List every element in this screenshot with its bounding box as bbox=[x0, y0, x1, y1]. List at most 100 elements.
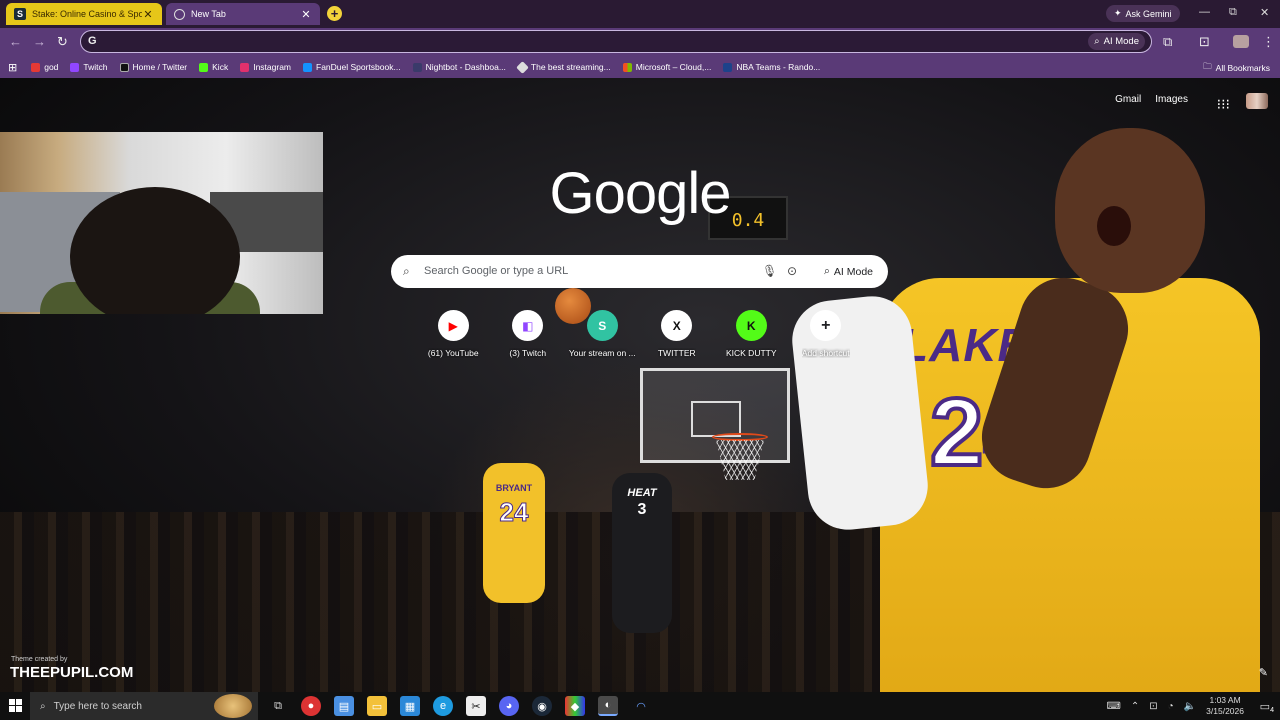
fanduel-icon bbox=[303, 62, 312, 72]
player-heat: HEAT 3 bbox=[612, 473, 672, 633]
images-link[interactable]: Images bbox=[1155, 94, 1188, 105]
game-app-icon[interactable]: ◆ bbox=[565, 696, 585, 716]
bookmark-favicon bbox=[31, 62, 41, 72]
bookmark-fanduel[interactable]: FanDuel Sportsbook... bbox=[303, 62, 401, 72]
all-bookmarks[interactable]: 🗀 All Bookmarks bbox=[1203, 61, 1270, 75]
notification-count: 4 bbox=[1270, 707, 1274, 714]
obs-icon[interactable]: ● bbox=[301, 696, 321, 716]
twitch-icon: ◧ bbox=[512, 310, 544, 341]
gemini-icon: ✦ bbox=[1114, 8, 1122, 18]
bookmark-kick[interactable]: Kick bbox=[199, 62, 228, 72]
theme-author-link[interactable]: THEEPUPIL.COM bbox=[10, 664, 133, 681]
google-apps-icon[interactable]: ⁝⁝⁝ bbox=[1217, 96, 1230, 113]
notification-icon[interactable]: ▭ bbox=[1260, 700, 1270, 713]
chrome-icon bbox=[174, 8, 185, 20]
back-icon[interactable]: ← bbox=[9, 34, 22, 49]
shortcut-label: KICK DUTTY bbox=[725, 348, 777, 358]
kick-icon bbox=[199, 62, 209, 72]
webcam-overlay bbox=[0, 132, 323, 314]
tab-new-tab[interactable]: New Tab ✕ bbox=[166, 3, 320, 25]
ntp-search-box[interactable]: ⌕ Search Google or type a URL 🎙 ⊙ ⌕ AI M… bbox=[391, 255, 888, 288]
tab-title: Stake: Online Casino & Sports bbox=[32, 9, 142, 19]
shortcut-twitch[interactable]: ◧ (3) Twitch bbox=[491, 310, 566, 358]
customize-pencil-icon[interactable]: ✎ bbox=[1259, 666, 1268, 679]
steam-icon[interactable]: ◉ bbox=[532, 696, 552, 716]
bookmark-label: Microsoft – Cloud,... bbox=[635, 62, 712, 72]
backboard-square bbox=[691, 401, 741, 437]
close-window-button[interactable]: ✕ bbox=[1260, 6, 1269, 19]
calendar-icon[interactable]: ▦ bbox=[400, 696, 420, 716]
folder-icon: 🗀 bbox=[1203, 61, 1212, 71]
shortcut-streamlabs[interactable]: S Your stream on ... bbox=[565, 310, 640, 358]
app-icon[interactable]: ◠ bbox=[631, 696, 651, 716]
close-tab-icon[interactable]: ✕ bbox=[142, 8, 154, 21]
bookmark-streaming[interactable]: The best streaming... bbox=[516, 60, 611, 74]
nba-icon bbox=[723, 62, 733, 72]
discord-icon[interactable]: ◕ bbox=[499, 696, 519, 716]
ai-mode-button[interactable]: ⌕ AI Mode bbox=[1088, 33, 1145, 50]
bookmark-instagram[interactable]: Instagram bbox=[240, 62, 291, 72]
profile-avatar[interactable] bbox=[1233, 35, 1249, 48]
tab-stake[interactable]: S Stake: Online Casino & Sports ✕ bbox=[6, 3, 162, 25]
windows-start-icon[interactable] bbox=[9, 699, 22, 712]
chrome-taskbar-icon[interactable]: ◐ bbox=[598, 696, 618, 716]
shortcut-label: TWITTER bbox=[657, 348, 696, 358]
edge-icon[interactable]: e bbox=[433, 696, 453, 716]
forward-icon[interactable]: → bbox=[33, 34, 46, 49]
apps-grid-icon[interactable]: ⊞ bbox=[8, 61, 17, 74]
keyboard-icon[interactable]: ⌨ bbox=[1106, 701, 1120, 712]
extensions-icon[interactable]: ⧉ bbox=[1163, 34, 1172, 50]
webcam-person-head bbox=[70, 187, 240, 314]
bookmarks-bar: ⊞ god Twitch Home / Twitter Kick Instagr… bbox=[0, 56, 1280, 78]
new-tab-button[interactable]: + bbox=[327, 6, 342, 21]
close-tab-icon[interactable]: ✕ bbox=[300, 8, 312, 21]
bookmark-nba[interactable]: NBA Teams - Rando... bbox=[723, 62, 820, 72]
ai-mode-button[interactable]: ⌕ AI Mode bbox=[816, 261, 881, 282]
bookmark-label: Twitch bbox=[83, 62, 108, 72]
shortcut-youtube[interactable]: ▶ (61) YouTube bbox=[416, 310, 491, 358]
bookmark-label: Instagram bbox=[253, 62, 291, 72]
shortcut-label: Your stream on ... bbox=[568, 348, 636, 358]
store-icon[interactable]: ▤ bbox=[334, 696, 354, 716]
task-view-icon[interactable]: ⧉ bbox=[268, 696, 288, 716]
tab-strip: S Stake: Online Casino & Sports ✕ New Ta… bbox=[0, 0, 1280, 28]
volume-icon[interactable]: 🔈 bbox=[1184, 701, 1196, 712]
stake-icon: S bbox=[14, 8, 26, 20]
bookmark-god[interactable]: god bbox=[31, 62, 58, 72]
microphone-icon[interactable]: 🎙 bbox=[762, 264, 777, 278]
chevron-up-icon[interactable]: ⌃ bbox=[1131, 701, 1139, 712]
tab-search-icon[interactable]: ⊡ bbox=[1199, 34, 1210, 50]
youtube-icon: ▶ bbox=[437, 310, 469, 341]
google-lens-icon[interactable]: ⊙ bbox=[787, 264, 797, 278]
ask-gemini-button[interactable]: ✦ Ask Gemini bbox=[1106, 5, 1180, 22]
x-icon bbox=[119, 62, 129, 72]
bookmark-twitch[interactable]: Twitch bbox=[70, 62, 108, 72]
clock-date: 3/15/2026 bbox=[1206, 706, 1244, 716]
bookmark-label: NBA Teams - Rando... bbox=[736, 62, 821, 72]
toolbar: ← → ↻ G ⌕ AI Mode ⧉ ⊡ ⋮ bbox=[0, 28, 1280, 56]
shortcut-add[interactable]: + Add shortcut bbox=[789, 310, 864, 358]
menu-icon[interactable]: ⋮ bbox=[1262, 34, 1275, 50]
search-highlight-icon[interactable] bbox=[214, 694, 252, 718]
shortcut-twitter[interactable]: X TWITTER bbox=[640, 310, 715, 358]
restore-button[interactable]: ⧉ bbox=[1229, 6, 1237, 19]
address-bar[interactable]: G ⌕ AI Mode bbox=[80, 30, 1152, 53]
network-icon[interactable]: ⊡ bbox=[1149, 701, 1157, 712]
bookmark-nightbot[interactable]: Nightbot - Dashboa... bbox=[412, 62, 506, 72]
bookmark-microsoft[interactable]: Microsoft – Cloud,... bbox=[622, 62, 712, 72]
wifi-icon[interactable]: ◔ bbox=[1168, 701, 1174, 712]
bookmark-label: Nightbot - Dashboa... bbox=[425, 62, 506, 72]
taskbar-search-placeholder: Type here to search bbox=[53, 700, 142, 712]
reload-icon[interactable]: ↻ bbox=[57, 34, 68, 50]
capcut-icon[interactable]: ✂ bbox=[466, 696, 486, 716]
x-icon: X bbox=[661, 310, 693, 341]
shortcut-kick[interactable]: K KICK DUTTY bbox=[714, 310, 789, 358]
all-bookmarks-label: All Bookmarks bbox=[1215, 63, 1270, 73]
bookmark-twitter[interactable]: Home / Twitter bbox=[119, 62, 187, 72]
search-placeholder: Search Google or type a URL bbox=[424, 265, 569, 277]
gmail-link[interactable]: Gmail bbox=[1115, 94, 1141, 105]
taskbar-clock[interactable]: 1:03 AM 3/15/2026 bbox=[1206, 695, 1244, 717]
minimize-button[interactable]: — bbox=[1199, 6, 1210, 18]
file-explorer-icon[interactable]: ▭ bbox=[367, 696, 387, 716]
account-avatar[interactable] bbox=[1246, 93, 1268, 109]
